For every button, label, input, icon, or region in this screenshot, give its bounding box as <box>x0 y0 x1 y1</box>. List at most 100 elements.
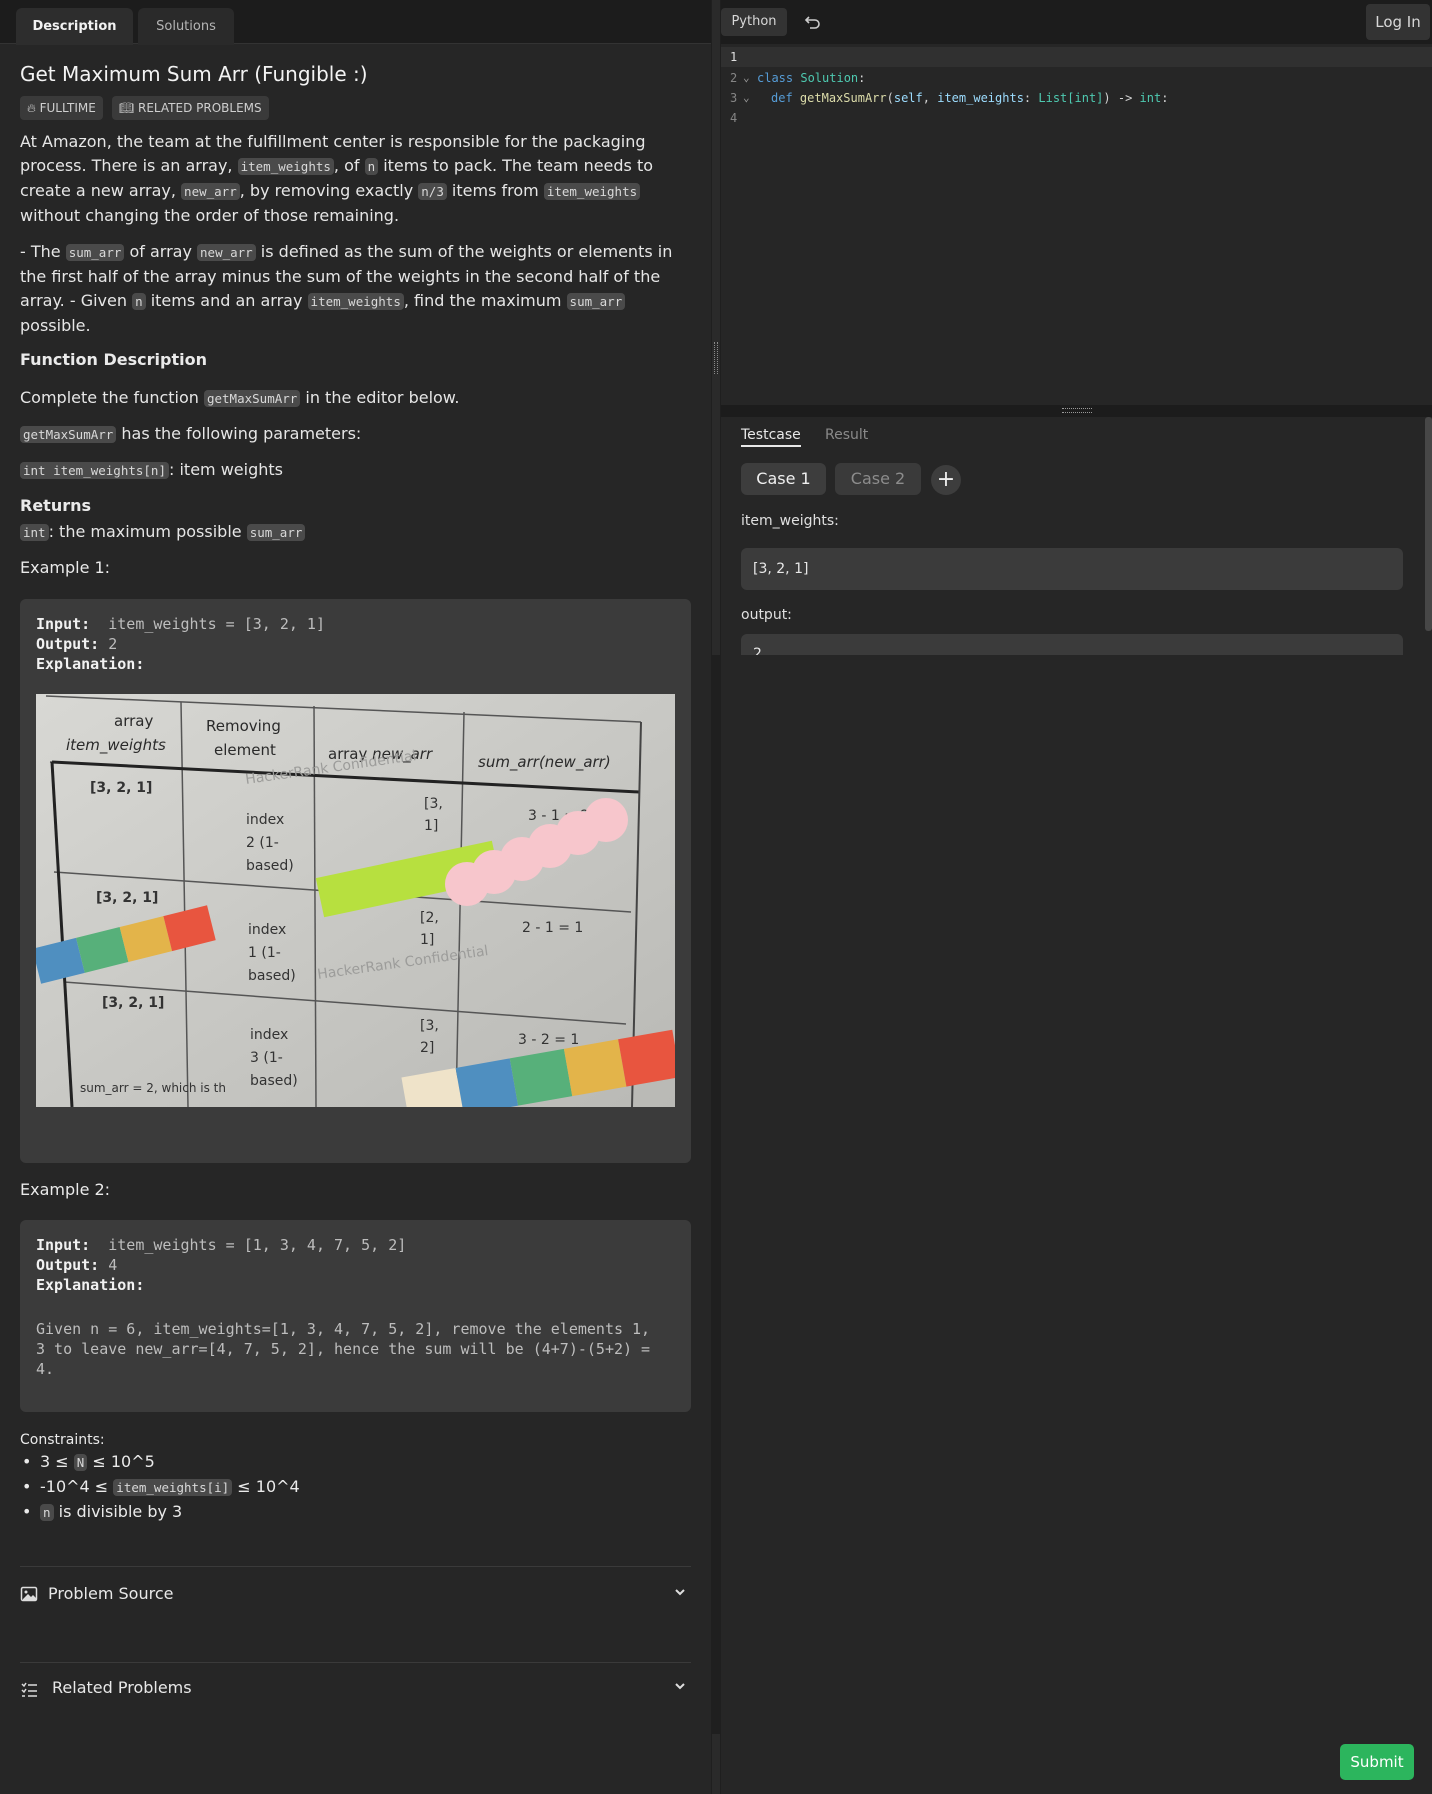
chevron-down-icon <box>675 1589 685 1596</box>
login-button[interactable]: Log In <box>1366 4 1430 40</box>
plus-icon[interactable]: + <box>931 465 961 495</box>
example-1-output: 2 <box>108 635 118 653</box>
table-cell: 2] <box>420 1040 434 1056</box>
parameter-item: int item_weights[n]: item weights <box>20 458 283 483</box>
problem-paragraph-1: At Amazon, the team at the fulfillment c… <box>20 132 654 225</box>
description-pane: Description Solutions Get Maximum Sum Ar… <box>0 0 711 1794</box>
table-cell: [3, 2, 1] <box>102 995 164 1011</box>
line-number: 4 <box>730 111 738 125</box>
example-2-output: 4 <box>108 1256 118 1274</box>
fold-icon[interactable]: ⌄ <box>743 71 750 84</box>
table-cell: 1] <box>420 932 434 948</box>
table-header-2b: element <box>214 741 276 759</box>
editor-testcase-resizer[interactable] <box>721 405 1432 417</box>
constraints-label: Constraints: <box>20 1432 105 1448</box>
table-cell: [2, <box>420 910 439 926</box>
table-cell: index <box>246 812 284 828</box>
problem-paragraph-2: - The sum_arr of array new_arr is define… <box>20 242 673 335</box>
tab-description[interactable]: Description <box>16 8 133 45</box>
testcase-panel: Testcase Result Case 1 Case 2 + item_wei… <box>721 417 1432 655</box>
tag-related-problems[interactable]: 📖︎ RELATED PROBLEMS <box>111 96 269 120</box>
constraint-item: 3 ≤ N ≤ 10^5 <box>20 1450 300 1475</box>
example-1-label: Example 1: <box>20 558 111 577</box>
current-line-highlight <box>721 47 1432 67</box>
resizer-track <box>712 0 720 655</box>
editor-toolbar: Python Log In <box>721 0 1432 44</box>
table-cell: based) <box>248 968 296 984</box>
item-weights-field[interactable]: [3, 2, 1] <box>741 548 1403 590</box>
pane-resizer[interactable] <box>711 0 721 1794</box>
parameters-intro: getMaxSumArr has the following parameter… <box>20 422 361 447</box>
table-cell: based) <box>246 858 294 874</box>
example-1-explanation-label: Explanation: <box>36 655 145 673</box>
tag-row: 🔥︎ FULLTIME 📖︎ RELATED PROBLEMS <box>20 96 273 120</box>
scrollbar[interactable] <box>1425 417 1432 631</box>
app-root: Description Solutions Get Maximum Sum Ar… <box>0 0 1432 1794</box>
language-selector[interactable]: Python <box>721 8 787 36</box>
example-2-label: Example 2: <box>20 1180 111 1199</box>
table-cell: 2 (1- <box>246 835 279 851</box>
undo-icon[interactable] <box>803 12 823 32</box>
table-cell: 2 - 1 = 1 <box>522 920 583 936</box>
function-description-heading: Function Description <box>20 350 207 369</box>
list-icon <box>21 1682 37 1697</box>
constraint-item: n is divisible by 3 <box>20 1500 300 1525</box>
fold-icon[interactable]: ⌄ <box>743 91 750 104</box>
line-number: 1 <box>730 50 738 64</box>
table-cell: [3, <box>424 796 443 812</box>
problem-source-label: Problem Source <box>48 1584 174 1603</box>
example-2-box: Input: item_weights = [1, 3, 4, 7, 5, 2]… <box>20 1220 691 1412</box>
chevron-down-icon <box>675 1683 685 1690</box>
editor-pane: Python Log In 1 2 ⌄ 3 ⌄ 4 class Solution… <box>721 0 1432 1794</box>
tab-result[interactable]: Result <box>825 427 868 443</box>
line-number: 2 <box>730 71 738 85</box>
example-2-explanation-label: Explanation: <box>36 1276 145 1294</box>
description-tabbar: Description Solutions <box>0 0 711 45</box>
example-2-explanation: Given n = 6, item_weights=[1, 3, 4, 7, 5… <box>36 1320 651 1378</box>
function-description-text: Complete the function getMaxSumArr in th… <box>20 388 460 407</box>
item-weights-label: item_weights: <box>741 513 839 529</box>
table-cell: 3 (1- <box>250 1050 283 1066</box>
resizer-grip[interactable] <box>714 342 718 374</box>
example-2-io: Input: item_weights = [1, 3, 4, 7, 5, 2]… <box>36 1236 407 1294</box>
related-problems-accordion[interactable]: Related Problems <box>20 1662 691 1718</box>
example-1-input: item_weights = [3, 2, 1] <box>108 615 325 633</box>
output-field[interactable]: 2 <box>741 634 1403 655</box>
tab-solutions[interactable]: Solutions <box>138 8 234 45</box>
output-label: output: <box>741 607 792 623</box>
code-editor[interactable]: 1 2 ⌄ 3 ⌄ 4 class Solution: def getMaxSu… <box>721 47 1432 405</box>
table-cell: [3, 2, 1] <box>90 780 152 796</box>
line-number: 3 <box>730 91 738 105</box>
table-cell: [3, <box>420 1018 439 1034</box>
case-2-button[interactable]: Case 2 <box>835 463 921 495</box>
example-1-photo: array item_weights Removing element arra… <box>36 694 675 1107</box>
table-cell: 1] <box>424 818 438 834</box>
table-header-1a: array <box>114 712 153 730</box>
related-problems-label: Related Problems <box>52 1678 192 1697</box>
table-header-4: sum_arr(new_arr) <box>478 753 611 772</box>
book-icon: 📖︎ <box>118 101 138 115</box>
problem-title: Get Maximum Sum Arr (Fungible :) <box>20 62 368 86</box>
tag-fulltime[interactable]: 🔥︎ FULLTIME <box>20 96 103 120</box>
fire-icon: 🔥︎ <box>27 101 40 115</box>
submit-button[interactable]: Submit <box>1340 1744 1414 1780</box>
table-cell: 1 (1- <box>248 945 281 961</box>
returns-text: int: the maximum possible sum_arr <box>20 520 306 545</box>
resizer-grip[interactable] <box>1062 408 1092 413</box>
example-1-box: Input: item_weights = [3, 2, 1] Output: … <box>20 599 691 1163</box>
table-header-1b: item_weights <box>66 736 166 755</box>
code-line-2: class Solution: <box>757 71 866 85</box>
returns-heading: Returns <box>20 496 92 515</box>
table-header-2a: Removing <box>206 717 281 735</box>
table-cell: index <box>248 922 286 938</box>
example-2-input: item_weights = [1, 3, 4, 7, 5, 2] <box>108 1236 407 1254</box>
case-1-button[interactable]: Case 1 <box>741 463 826 495</box>
example-1-io: Input: item_weights = [3, 2, 1] Output: … <box>36 615 325 673</box>
tab-testcase[interactable]: Testcase <box>741 427 801 447</box>
problem-source-accordion[interactable]: Problem Source <box>20 1566 691 1622</box>
table-cell: based) <box>250 1073 298 1089</box>
constraints-list: 3 ≤ N ≤ 10^5 -10^4 ≤ item_weights[i] ≤ 1… <box>20 1450 300 1525</box>
constraint-item: -10^4 ≤ item_weights[i] ≤ 10^4 <box>20 1475 300 1500</box>
table-cell: index <box>250 1027 288 1043</box>
resizer-track <box>712 1734 720 1794</box>
